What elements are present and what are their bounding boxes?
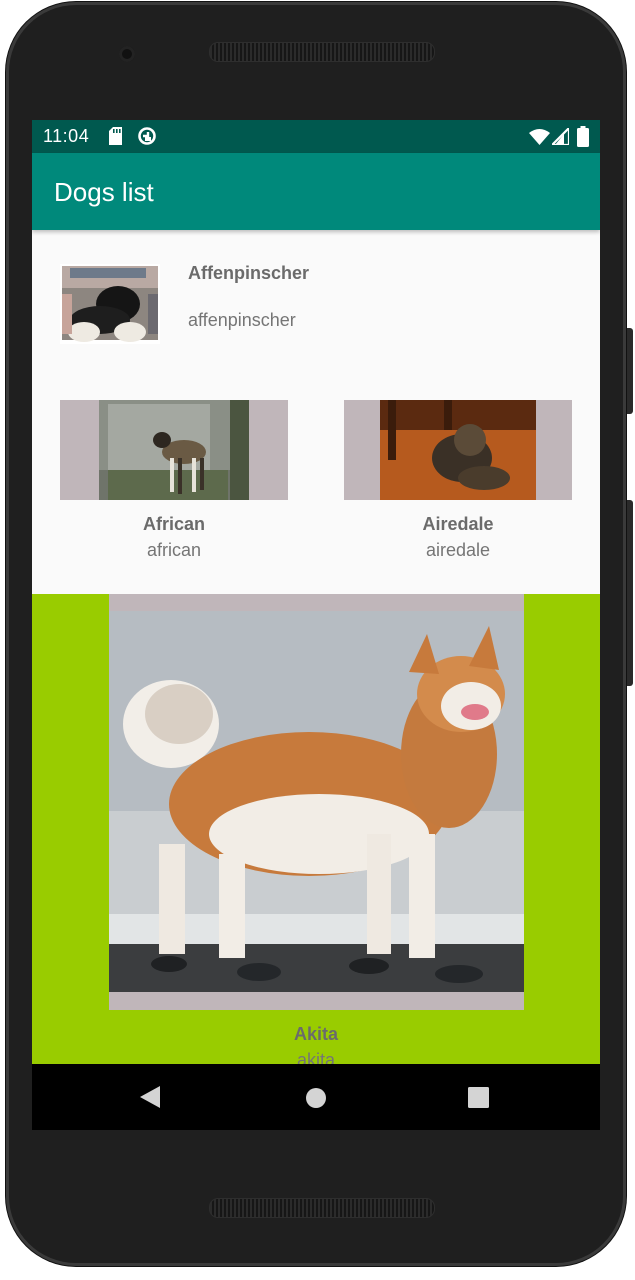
status-time: 11:04 [43, 126, 90, 146]
dog-image-airedale [344, 400, 572, 500]
app-bar: Dogs list [32, 153, 600, 230]
front-camera [119, 46, 135, 62]
wifi-icon [529, 129, 550, 145]
power-button[interactable] [627, 328, 633, 414]
dog-image-affenpinscher [60, 264, 160, 344]
volume-button[interactable] [627, 500, 633, 686]
bottom-speaker [209, 1198, 435, 1218]
back-icon[interactable] [140, 1086, 162, 1108]
sd-card-icon [109, 127, 122, 145]
dog-name: Affenpinscher [188, 263, 310, 283]
dog-image-akita [109, 594, 524, 1010]
dog-subtitle: akita [296, 1050, 336, 1064]
screen: 11:04 Dogs list Affenpinscher affenpinsc… [32, 120, 600, 1130]
status-bar: 11:04 [32, 120, 600, 153]
dog-subtitle: affenpinscher [188, 310, 296, 330]
dog-name: African [142, 514, 205, 534]
dog-subtitle: african [146, 540, 202, 560]
list-item[interactable]: African african [60, 400, 288, 560]
sync-icon [138, 127, 156, 145]
list-item[interactable]: Airedale airedale [344, 400, 572, 560]
dog-name: Akita [293, 1024, 338, 1044]
list-item[interactable]: Affenpinscher affenpinscher [32, 230, 600, 390]
recents-icon[interactable] [468, 1087, 489, 1108]
home-icon[interactable] [305, 1087, 327, 1109]
dog-name: Airedale [422, 514, 494, 534]
signal-icon [552, 128, 569, 145]
list-item-selected[interactable]: Akita akita [32, 594, 600, 1064]
dog-subtitle: airedale [425, 540, 491, 560]
top-speaker [209, 42, 435, 62]
navigation-bar [32, 1064, 600, 1130]
dog-list[interactable]: Affenpinscher affenpinscher African afri… [32, 230, 600, 1064]
page-title: Dogs list [54, 177, 154, 207]
dog-image-african [60, 400, 288, 500]
battery-icon [577, 126, 589, 147]
